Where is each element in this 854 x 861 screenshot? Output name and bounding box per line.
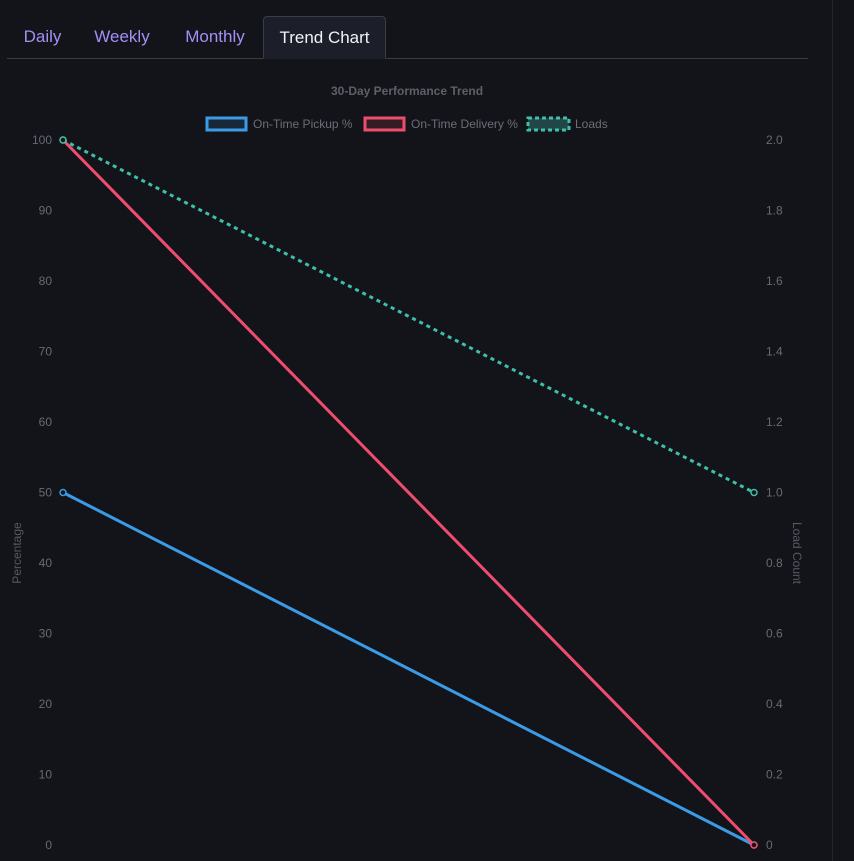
y-right-tick-label: 2.0: [766, 133, 783, 147]
legend-swatch-loads: [526, 116, 571, 132]
y-left-tick-label: 40: [39, 556, 53, 570]
y-axis-right-ticks: 0 0.2 0.4 0.6 0.8 1.0 1.2 1.4 1.6 1.8 2.0: [766, 133, 783, 852]
legend-item-loads[interactable]: Loads: [526, 116, 608, 132]
y-left-tick-label: 30: [39, 627, 53, 641]
y-left-tick-label: 70: [39, 345, 53, 359]
y-right-tick-label: 0.8: [766, 556, 783, 570]
y-right-tick-label: 1.6: [766, 274, 783, 288]
chart-legend: On-Time Pickup % On-Time Delivery % Load…: [205, 116, 608, 132]
performance-trend-chart: 30-Day Performance Trend On-Time Pickup …: [10, 84, 804, 852]
tab-daily[interactable]: Daily: [7, 16, 78, 57]
series-line-on-time-pickup: [62, 491, 755, 847]
y-left-tick-label: 90: [39, 204, 53, 218]
legend-label-pickup: On-Time Pickup %: [253, 117, 353, 131]
tab-trend-chart[interactable]: Trend Chart: [263, 16, 386, 59]
legend-item-delivery[interactable]: On-Time Delivery %: [363, 116, 518, 132]
y-left-tick-label: 60: [39, 415, 53, 429]
legend-swatch-pickup: [205, 116, 248, 132]
series-line-on-time-delivery: [61, 138, 756, 847]
y-right-tick-label: 0.4: [766, 697, 783, 711]
y-axis-right-title: Load Count: [790, 522, 804, 585]
y-right-tick-label: 0.2: [766, 768, 783, 782]
series-layer: [59, 136, 758, 849]
y-right-tick-label: 1.2: [766, 415, 783, 429]
y-right-tick-label: 0.6: [766, 627, 783, 641]
data-point-loads[interactable]: [750, 488, 758, 497]
data-point-on-time-delivery[interactable]: [750, 841, 758, 849]
tab-weekly[interactable]: Weekly: [81, 16, 163, 57]
y-left-tick-label: 20: [39, 697, 53, 711]
y-left-tick-label: 80: [39, 274, 53, 288]
series-line-loads: [62, 138, 755, 494]
y-left-tick-label: 0: [45, 838, 52, 852]
y-left-tick-label: 50: [39, 486, 53, 500]
legend-item-pickup[interactable]: On-Time Pickup %: [205, 116, 353, 132]
y-left-tick-label: 100: [32, 133, 52, 147]
y-left-tick-label: 10: [39, 768, 53, 782]
legend-label-loads: Loads: [575, 117, 608, 131]
y-axis-left-ticks: 0 10 20 30 40 50 60 70 80 90 100: [32, 133, 52, 852]
data-point-loads[interactable]: [59, 136, 67, 144]
y-axis-left-title: Percentage: [10, 522, 24, 584]
chart-title: 30-Day Performance Trend: [331, 84, 483, 98]
y-right-tick-label: 1.4: [766, 345, 783, 359]
trend-chart-page: Daily Weekly Monthly Trend Chart 30-Day …: [0, 0, 854, 861]
y-right-tick-label: 1.8: [766, 204, 783, 218]
legend-swatch-delivery: [363, 116, 406, 132]
y-right-tick-label: 0: [766, 838, 773, 852]
y-right-tick-label: 1.0: [766, 486, 783, 500]
data-point-on-time-pickup[interactable]: [59, 488, 67, 497]
legend-label-delivery: On-Time Delivery %: [411, 117, 518, 131]
tab-monthly[interactable]: Monthly: [170, 16, 260, 57]
report-tabs: Daily Weekly Monthly Trend Chart: [7, 16, 808, 59]
